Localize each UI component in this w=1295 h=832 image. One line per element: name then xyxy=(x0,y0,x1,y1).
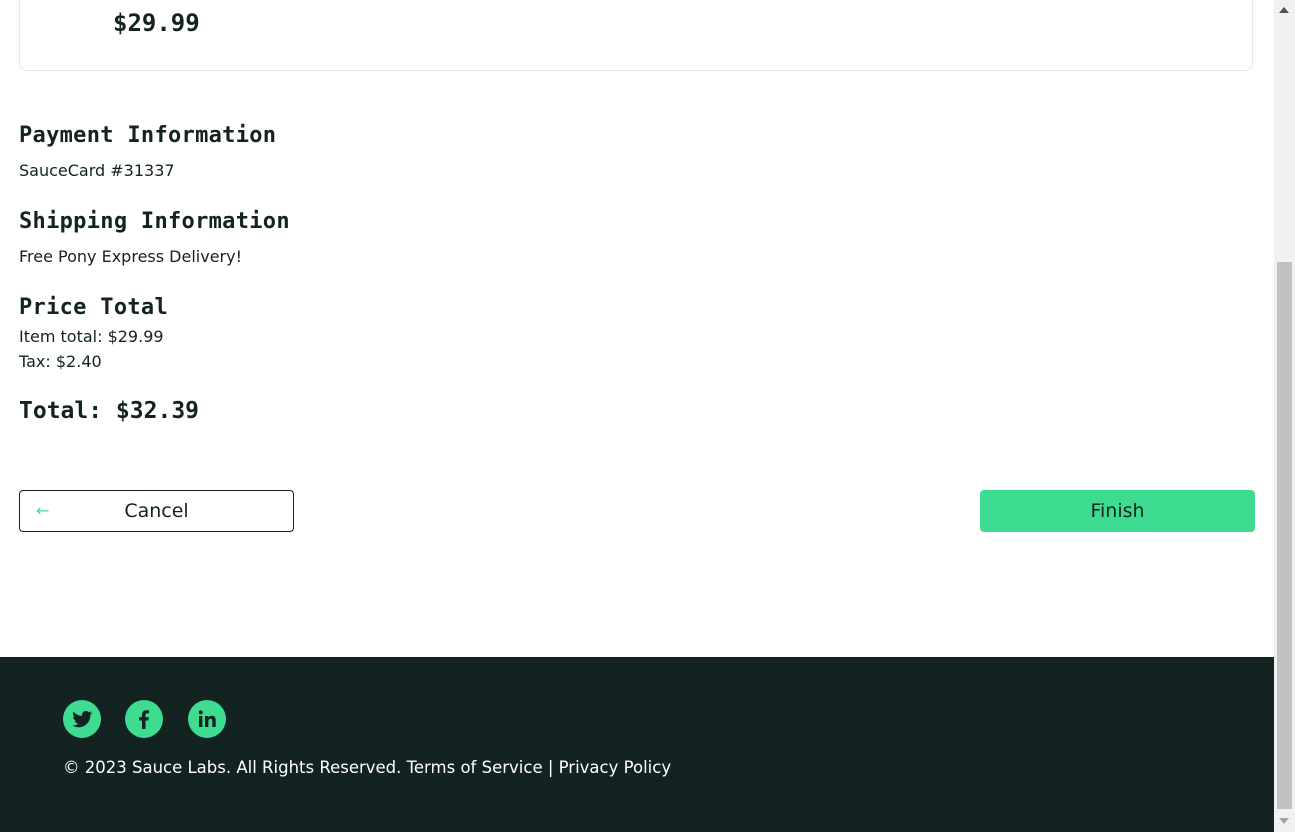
shipping-info-value: Free Pony Express Delivery! xyxy=(19,247,242,266)
tax-value: Tax: $2.40 xyxy=(19,352,102,371)
item-price: $29.99 xyxy=(113,9,200,37)
facebook-icon[interactable] xyxy=(125,700,163,738)
copyright-text: © 2023 Sauce Labs. All Rights Reserved. … xyxy=(63,758,672,777)
item-total: Item total: $29.99 xyxy=(19,327,164,346)
browser-viewport: $29.99 Payment Information SauceCard #31… xyxy=(0,0,1295,832)
checkout-overview-page: $29.99 Payment Information SauceCard #31… xyxy=(0,0,1274,832)
linkedin-icon[interactable] xyxy=(188,700,226,738)
footer: © 2023 Sauce Labs. All Rights Reserved. … xyxy=(0,657,1274,832)
vertical-scrollbar[interactable] xyxy=(1274,0,1295,832)
twitter-icon[interactable] xyxy=(63,700,101,738)
finish-button-label: Finish xyxy=(1090,500,1145,522)
cart-item-card: $29.99 xyxy=(19,0,1253,71)
cancel-button-label: Cancel xyxy=(124,500,189,522)
shipping-info-label: Shipping Information xyxy=(19,209,290,234)
finish-button[interactable]: Finish xyxy=(980,490,1255,532)
payment-info-value: SauceCard #31337 xyxy=(19,161,175,180)
scrollbar-thumb[interactable] xyxy=(1277,262,1292,809)
cancel-button[interactable]: ← Cancel xyxy=(19,490,294,532)
total-value: Total: $32.39 xyxy=(19,398,200,424)
scroll-down-icon[interactable] xyxy=(1279,818,1289,824)
scroll-up-icon[interactable] xyxy=(1279,7,1289,13)
price-total-label: Price Total xyxy=(19,295,168,320)
payment-info-label: Payment Information xyxy=(19,123,277,148)
back-arrow-icon: ← xyxy=(36,501,50,520)
